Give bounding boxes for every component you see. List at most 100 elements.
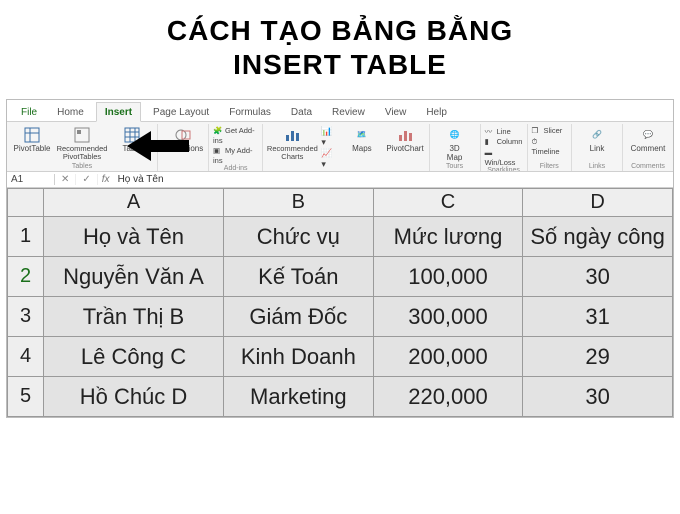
cell[interactable]: 220,000 (373, 377, 523, 417)
pivottable-button[interactable]: PivotTable (11, 126, 53, 153)
ribbon-group-charts: Recommended Charts 📊 ▾ 📈 ▾ ◔ ▾ 🗺️ Maps P… (263, 124, 429, 171)
cell[interactable]: Chức vụ (224, 217, 374, 257)
cell[interactable]: 30 (523, 377, 673, 417)
cell[interactable]: 200,000 (373, 337, 523, 377)
sparkline-column-label: Column (497, 137, 523, 146)
ribbon-group-filters: ❒Slicer ⏱Timeline Filters (528, 124, 573, 171)
cell[interactable]: 29 (523, 337, 673, 377)
select-all-corner[interactable] (8, 189, 44, 217)
table-label: Table (122, 145, 141, 153)
recommended-pivottables-icon (73, 126, 91, 144)
ribbon-group-tours: 🌐 3D Map Tours (430, 124, 481, 171)
cell[interactable]: Hồ Chúc D (44, 377, 224, 417)
maps-button[interactable]: 🗺️ Maps (342, 126, 381, 153)
cell[interactable]: Lê Công C (44, 337, 224, 377)
cell[interactable]: Họ và Tên (44, 217, 224, 257)
page-title: CÁCH TẠO BẢNG BẰNG INSERT TABLE (0, 14, 680, 81)
column-header-c[interactable]: C (373, 189, 523, 217)
map-icon: 🗺️ (353, 126, 371, 144)
comment-label: Comment (631, 145, 666, 153)
excel-window: File Home Insert Page Layout Formulas Da… (6, 99, 674, 418)
row-header[interactable]: 2 (8, 257, 44, 297)
column-header-a[interactable]: A (44, 189, 224, 217)
cell[interactable]: 30 (523, 257, 673, 297)
ribbon-group-links: 🔗 Link Links (572, 124, 623, 171)
cell[interactable]: 100,000 (373, 257, 523, 297)
tab-data[interactable]: Data (283, 103, 320, 121)
cancel-icon[interactable]: ✕ (55, 174, 76, 185)
row-header[interactable]: 3 (8, 297, 44, 337)
timeline-button[interactable]: ⏱Timeline (532, 137, 568, 156)
sparkline-column-button[interactable]: ▮Column (485, 137, 523, 147)
sparkline-line-icon: 〰 (485, 126, 495, 136)
cell[interactable]: Kinh Doanh (224, 337, 374, 377)
enter-icon[interactable]: ✓ (76, 174, 97, 185)
pivottable-label: PivotTable (14, 145, 51, 153)
cell[interactable]: Số ngày công (523, 217, 673, 257)
tab-home[interactable]: Home (49, 103, 92, 121)
group-comments-label: Comments (631, 163, 665, 171)
tab-insert[interactable]: Insert (96, 102, 141, 122)
cell[interactable]: Kế Toán (224, 257, 374, 297)
row-header[interactable]: 1 (8, 217, 44, 257)
pivotchart-button[interactable]: PivotChart (385, 126, 424, 153)
3d-map-label: 3D Map (447, 145, 463, 162)
formula-input[interactable]: Họ và Tên (114, 174, 168, 185)
worksheet-grid[interactable]: A B C D 1 Họ và Tên Chức vụ Mức lương Số… (7, 188, 673, 417)
cell[interactable]: Marketing (224, 377, 374, 417)
chart-type-icon[interactable]: 📈 ▾ (321, 148, 338, 170)
ribbon-group-addins: 🧩Get Add-ins ▣My Add-ins Add-ins (209, 124, 263, 171)
tab-page-layout[interactable]: Page Layout (145, 103, 217, 121)
illustrations-button[interactable]: Illustrations (162, 126, 204, 153)
my-addins-button[interactable]: ▣My Add-ins (213, 146, 258, 165)
column-header-d[interactable]: D (523, 189, 673, 217)
chart-type-icon[interactable]: 📊 ▾ (321, 126, 338, 148)
tab-formulas[interactable]: Formulas (221, 103, 279, 121)
ribbon-group-illustrations: Illustrations (158, 124, 209, 171)
get-addins-button[interactable]: 🧩Get Add-ins (213, 126, 258, 145)
globe-icon: 🌐 (446, 126, 464, 144)
ribbon-group-tables: PivotTable Recommended PivotTables Table… (7, 124, 158, 171)
sparkline-line-button[interactable]: 〰Line (485, 126, 523, 136)
sparkline-winloss-icon: ▬ (485, 148, 495, 158)
slicer-icon: ❒ (532, 126, 542, 136)
chart-icon (283, 126, 301, 144)
timeline-icon: ⏱ (532, 137, 542, 147)
ribbon-insert: PivotTable Recommended PivotTables Table… (7, 122, 673, 172)
recommended-charts-button[interactable]: Recommended Charts (267, 126, 317, 161)
cell[interactable]: 300,000 (373, 297, 523, 337)
comment-button[interactable]: 💬 Comment (627, 126, 669, 153)
link-label: Link (590, 145, 605, 153)
tab-help[interactable]: Help (418, 103, 455, 121)
cell[interactable]: Mức lương (373, 217, 523, 257)
recommended-pivottables-label: Recommended PivotTables (57, 145, 108, 161)
3d-map-button[interactable]: 🌐 3D Map (434, 126, 476, 162)
group-addins-label: Add-ins (224, 165, 248, 172)
shapes-icon (174, 126, 192, 144)
sparkline-winloss-button[interactable]: ▬Win/Loss (485, 148, 523, 167)
cell[interactable]: Trần Thị B (44, 297, 224, 337)
group-links-label: Links (589, 163, 605, 171)
tab-review[interactable]: Review (324, 103, 373, 121)
slicer-button[interactable]: ❒Slicer (532, 126, 568, 136)
chart-type-icon[interactable]: ◔ ▾ (321, 170, 338, 172)
slicer-label: Slicer (544, 126, 563, 135)
recommended-pivottables-button[interactable]: Recommended PivotTables (57, 126, 107, 161)
cell[interactable]: Giám Đốc (224, 297, 374, 337)
sparkline-column-icon: ▮ (485, 137, 495, 147)
cell[interactable]: Nguyễn Văn A (44, 257, 224, 297)
illustrations-label: Illustrations (163, 145, 203, 153)
tab-file[interactable]: File (13, 103, 45, 121)
chart-types-gallery[interactable]: 📊 ▾ 📈 ▾ ◔ ▾ (321, 126, 338, 172)
row-header[interactable]: 4 (8, 337, 44, 377)
group-filters-label: Filters (540, 163, 559, 171)
link-button[interactable]: 🔗 Link (576, 126, 618, 153)
table-button[interactable]: Table (111, 126, 153, 153)
tab-view[interactable]: View (377, 103, 415, 121)
row-header[interactable]: 5 (8, 377, 44, 417)
fx-icon[interactable]: fx (98, 174, 114, 185)
link-icon: 🔗 (588, 126, 606, 144)
cell[interactable]: 31 (523, 297, 673, 337)
name-box[interactable]: A1 (7, 174, 55, 185)
column-header-b[interactable]: B (224, 189, 374, 217)
